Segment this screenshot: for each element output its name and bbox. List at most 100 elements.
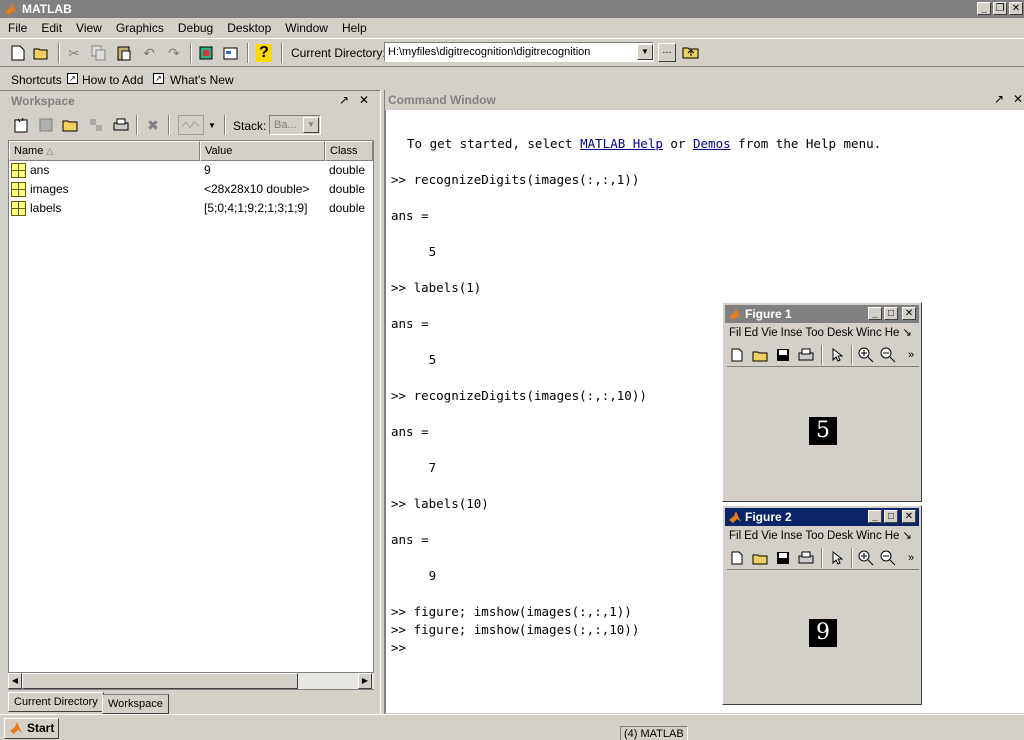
- maximize-button[interactable]: □: [884, 510, 898, 523]
- plot-selection-icon[interactable]: [178, 115, 204, 135]
- shortcut-how-to-add[interactable]: How to Add: [82, 73, 143, 87]
- copy-icon[interactable]: [89, 43, 109, 63]
- menu-view[interactable]: View: [68, 18, 108, 35]
- column-header-value[interactable]: Value: [200, 141, 325, 161]
- shortcut-whats-new[interactable]: What's New: [170, 73, 234, 87]
- delete-variable-icon[interactable]: ✖: [143, 115, 163, 135]
- chevron-down-icon[interactable]: ▼: [303, 117, 319, 133]
- menu-debug[interactable]: Debug: [170, 18, 219, 35]
- command-window[interactable]: To get started, select MATLAB Help or De…: [385, 110, 1024, 713]
- table-row[interactable]: labels [5;0;4;1;9;2;1;3;1;9] double: [9, 199, 373, 218]
- simulink-icon[interactable]: [196, 43, 216, 63]
- more-icon[interactable]: ↘: [902, 327, 912, 339]
- pointer-icon[interactable]: [827, 548, 847, 568]
- close-icon[interactable]: ✕: [1013, 92, 1023, 106]
- restore-button[interactable]: ❐: [993, 2, 1007, 15]
- save-workspace-icon[interactable]: [86, 115, 106, 135]
- table-row[interactable]: ans 9 double: [9, 161, 373, 180]
- shortcuts-label[interactable]: Shortcuts: [11, 73, 62, 87]
- command-prompt[interactable]: >>: [391, 640, 406, 655]
- figure-window-1[interactable]: Figure 1 _ □ ✕ Fil Ed Vie Inse Too Desk Winc He…: [722, 302, 922, 502]
- scrollbar-thumb[interactable]: [22, 673, 298, 689]
- menu-tools[interactable]: Too: [805, 327, 824, 339]
- demos-link[interactable]: Demos: [693, 136, 731, 151]
- menu-file[interactable]: Fil: [729, 327, 741, 339]
- minimize-button[interactable]: _: [868, 307, 882, 320]
- column-header-class[interactable]: Class: [325, 141, 373, 161]
- save-icon[interactable]: [773, 345, 793, 365]
- close-button[interactable]: ✕: [902, 307, 916, 320]
- print-icon[interactable]: [796, 548, 816, 568]
- matlab-help-link[interactable]: MATLAB Help: [580, 136, 663, 151]
- figure-window-2[interactable]: Figure 2 _ □ ✕ Fil Ed Vie Inse Too Desk Winc He…: [722, 505, 922, 705]
- zoom-out-icon[interactable]: [878, 548, 898, 568]
- close-button[interactable]: ✕: [1009, 2, 1023, 15]
- more-tools-icon[interactable]: »: [901, 548, 921, 568]
- horizontal-scrollbar[interactable]: ◀ ▶: [8, 672, 374, 689]
- zoom-in-icon[interactable]: [856, 548, 876, 568]
- figure-titlebar[interactable]: Figure 2 _ □ ✕: [725, 508, 919, 526]
- menu-desktop[interactable]: Desktop: [219, 18, 277, 35]
- start-button[interactable]: Start: [4, 718, 59, 739]
- column-header-name[interactable]: Name △: [9, 141, 200, 161]
- task-item-matlab[interactable]: (4) MATLAB: [620, 726, 688, 740]
- new-figure-icon[interactable]: [727, 548, 747, 568]
- menu-desktop[interactable]: Desk: [827, 530, 853, 542]
- minimize-button[interactable]: _: [977, 2, 991, 15]
- new-variable-icon[interactable]: [11, 115, 31, 135]
- close-button[interactable]: ✕: [902, 510, 916, 523]
- up-folder-icon[interactable]: [681, 42, 701, 62]
- pointer-icon[interactable]: [827, 345, 847, 365]
- chevron-down-icon[interactable]: ▼: [637, 44, 653, 60]
- help-icon[interactable]: ?: [254, 43, 274, 63]
- undock-icon[interactable]: ↗: [994, 92, 1004, 106]
- print-icon[interactable]: [111, 115, 131, 135]
- print-icon[interactable]: [796, 345, 816, 365]
- import-data-icon[interactable]: [60, 115, 80, 135]
- menu-desktop[interactable]: Desk: [827, 327, 853, 339]
- table-row[interactable]: images <28x28x10 double> double: [9, 180, 373, 199]
- menu-window[interactable]: Window: [277, 18, 334, 35]
- menu-file[interactable]: File: [0, 18, 33, 35]
- menu-insert[interactable]: Inse: [781, 530, 803, 542]
- open-folder-icon[interactable]: [32, 43, 52, 63]
- undo-icon[interactable]: ↶: [139, 43, 159, 63]
- menu-edit[interactable]: Ed: [744, 327, 758, 339]
- menu-help[interactable]: He: [885, 530, 900, 542]
- close-icon[interactable]: ✕: [359, 93, 369, 107]
- open-folder-icon[interactable]: [750, 548, 770, 568]
- more-icon[interactable]: ↘: [902, 530, 912, 542]
- menu-view[interactable]: Vie: [761, 327, 777, 339]
- zoom-out-icon[interactable]: [878, 345, 898, 365]
- menu-window[interactable]: Winc: [856, 327, 882, 339]
- menu-help[interactable]: He: [885, 327, 900, 339]
- maximize-button[interactable]: □: [884, 307, 898, 320]
- guide-icon[interactable]: [221, 43, 241, 63]
- menu-view[interactable]: Vie: [761, 530, 777, 542]
- menu-help[interactable]: Help: [334, 18, 373, 35]
- scroll-right-icon[interactable]: ▶: [358, 673, 372, 689]
- more-tools-icon[interactable]: »: [901, 345, 921, 365]
- paste-icon[interactable]: [114, 43, 134, 63]
- open-variable-icon[interactable]: [36, 115, 56, 135]
- new-figure-icon[interactable]: [727, 345, 747, 365]
- open-folder-icon[interactable]: [750, 345, 770, 365]
- menu-edit[interactable]: Ed: [744, 530, 758, 542]
- menu-insert[interactable]: Inse: [781, 327, 803, 339]
- menu-file[interactable]: Fil: [729, 530, 741, 542]
- scroll-left-icon[interactable]: ◀: [8, 673, 22, 689]
- new-file-icon[interactable]: [8, 43, 28, 63]
- save-icon[interactable]: [773, 548, 793, 568]
- menu-edit[interactable]: Edit: [33, 18, 68, 35]
- undock-icon[interactable]: ↗: [339, 93, 349, 107]
- menu-graphics[interactable]: Graphics: [108, 18, 170, 35]
- redo-icon[interactable]: ↷: [164, 43, 184, 63]
- figure-titlebar[interactable]: Figure 1 _ □ ✕: [725, 305, 919, 323]
- tab-current-directory[interactable]: Current Directory: [8, 692, 104, 712]
- chevron-down-icon[interactable]: ▼: [208, 121, 216, 130]
- browse-button[interactable]: ...: [658, 43, 676, 62]
- tab-workspace[interactable]: Workspace: [102, 694, 169, 714]
- current-directory-input[interactable]: H:\myfiles\digitrecognition\digitrecogni…: [384, 42, 654, 62]
- zoom-in-icon[interactable]: [856, 345, 876, 365]
- cut-icon[interactable]: ✂: [64, 43, 84, 63]
